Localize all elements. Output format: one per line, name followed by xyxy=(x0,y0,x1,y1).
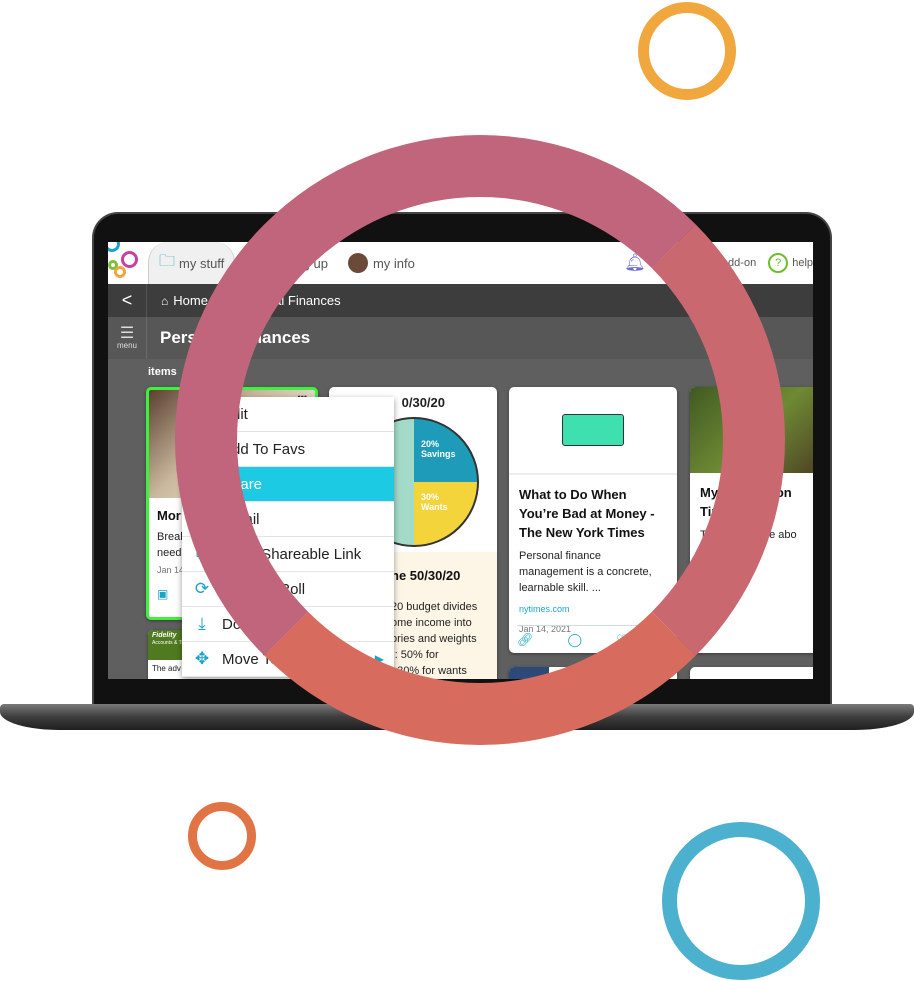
menu-item-label: Add To Favs xyxy=(222,440,306,458)
menu-item-label: Copy Shareable Link xyxy=(222,545,362,563)
page-title: Personal Finances xyxy=(160,328,311,347)
menu-item-sync-to-roll[interactable]: ⟳ Sync To Roll xyxy=(182,572,394,607)
hamburger-icon: ☰ xyxy=(119,324,135,342)
menu-item-label: Sync To Roll xyxy=(222,580,306,598)
download-icon: ⤓ xyxy=(198,614,206,633)
tab-my-stuff[interactable]: 🗀 my stuff xyxy=(148,242,236,284)
back-button[interactable]: < xyxy=(108,284,147,317)
menu-item-share[interactable]: ↷ Share xyxy=(182,467,394,502)
tab-my-info[interactable]: my info xyxy=(338,242,425,284)
menu-button[interactable]: ☰ menu xyxy=(108,317,147,359)
share-icon: ↷ xyxy=(194,474,210,493)
star-icon: ☆ xyxy=(194,439,210,458)
pencil-icon: ✎ xyxy=(194,404,210,423)
menu-item-label: Move To xyxy=(222,650,279,668)
menu-item-label: Edit xyxy=(222,405,248,423)
item-card[interactable] xyxy=(509,667,677,679)
sync-icon: ⟳ xyxy=(194,579,210,598)
card-thumbnail xyxy=(509,387,677,475)
book-icon[interactable]: ▯ xyxy=(662,632,669,648)
title-bar: ☰ menu Personal Finances xyxy=(108,317,813,359)
move-icon: ✥ xyxy=(194,649,210,668)
decorative-ring-orange-small xyxy=(188,802,256,870)
menu-item-add-to-favs[interactable]: ☆ Add To Favs xyxy=(182,432,394,467)
add-on-link[interactable]: add-on xyxy=(722,257,756,269)
item-card[interactable]: What to Do When You’re Bad at Money - Th… xyxy=(509,387,677,653)
right-nav: 🔔︎ no add-on ? help xyxy=(624,242,813,284)
menu-item-label: Download xyxy=(222,615,289,633)
budget-pie-image: 20% Savings 30% Wants xyxy=(349,417,479,547)
folder-icon: 🗀 xyxy=(159,252,176,270)
context-menu: ✎ Edit ☆ Add To Favs ↷ Share ✉ Email ⧉ Copy Share… xyxy=(182,397,394,677)
card-description: Personal finance management is a concret… xyxy=(519,550,652,594)
avatar xyxy=(347,253,368,273)
card-source[interactable]: nyti xyxy=(700,551,813,561)
bubbles-icon: ∞ xyxy=(245,254,257,271)
submenu-arrow-icon: ▶ xyxy=(374,652,384,666)
breadcrumb-current: Personal Finances xyxy=(232,293,341,308)
menu-item-label: Share xyxy=(222,475,263,493)
breadcrumb-home[interactable]: Home xyxy=(173,293,208,308)
notifications-link[interactable]: no xyxy=(650,257,662,269)
help-link[interactable]: help xyxy=(792,257,813,269)
breadcrumb: < ⌂ Home 〉 Personal Finances xyxy=(108,284,813,317)
card-description: This s is a colle abo xyxy=(700,529,797,541)
menu-item-edit[interactable]: ✎ Edit xyxy=(182,397,394,432)
item-card[interactable] xyxy=(690,667,813,679)
laptop-notch xyxy=(393,704,523,716)
excel-file-icon: ▣ xyxy=(157,587,169,601)
comment-icon[interactable]: ◯ xyxy=(568,632,583,648)
card-title: My Big Lesson Times xyxy=(700,485,792,519)
card-title: he 50/30/20 xyxy=(391,568,461,583)
menu-item-download[interactable]: ⤓ Download xyxy=(182,607,394,642)
app-logo[interactable] xyxy=(108,242,148,284)
decorative-ring-orange xyxy=(638,2,736,100)
bell-icon[interactable]: 🔔︎ xyxy=(624,253,646,273)
section-label: items xyxy=(148,366,177,378)
card-actions: 🔗︎ ◯ ♡ ▯ xyxy=(517,625,669,648)
menu-item-move-to[interactable]: ✥ Move To ▶ xyxy=(182,642,394,677)
menu-item-label: Email xyxy=(222,510,260,528)
link-icon: ⧉ xyxy=(195,544,209,563)
app-screen: 🗀 my stuff ∞ bubbling up my info 🔔︎ no a… xyxy=(108,242,813,679)
top-nav: 🗀 my stuff ∞ bubbling up my info 🔔︎ no a… xyxy=(108,242,813,284)
link-icon[interactable]: 🔗︎ xyxy=(517,632,534,648)
tab-bubbling-up[interactable]: ∞ bubbling up xyxy=(235,242,338,284)
card-source[interactable]: nytimes.com xyxy=(519,604,667,614)
home-icon: ⌂ xyxy=(161,293,169,308)
email-icon: ✉ xyxy=(194,509,210,528)
breadcrumb-separator: 〉 xyxy=(213,294,227,309)
item-card[interactable]: My Big Lesson Times This s is a colle ab… xyxy=(690,387,813,653)
help-icon[interactable]: ? xyxy=(768,253,789,273)
favorite-add-icon[interactable]: ♡ xyxy=(616,632,628,648)
card-title: What to Do When You’re Bad at Money - Th… xyxy=(519,487,655,540)
menu-item-copy-shareable-link[interactable]: ⧉ Copy Shareable Link xyxy=(182,537,394,572)
decorative-ring-blue xyxy=(662,822,820,980)
card-thumbnail xyxy=(690,387,813,473)
menu-item-email[interactable]: ✉ Email xyxy=(182,502,394,537)
